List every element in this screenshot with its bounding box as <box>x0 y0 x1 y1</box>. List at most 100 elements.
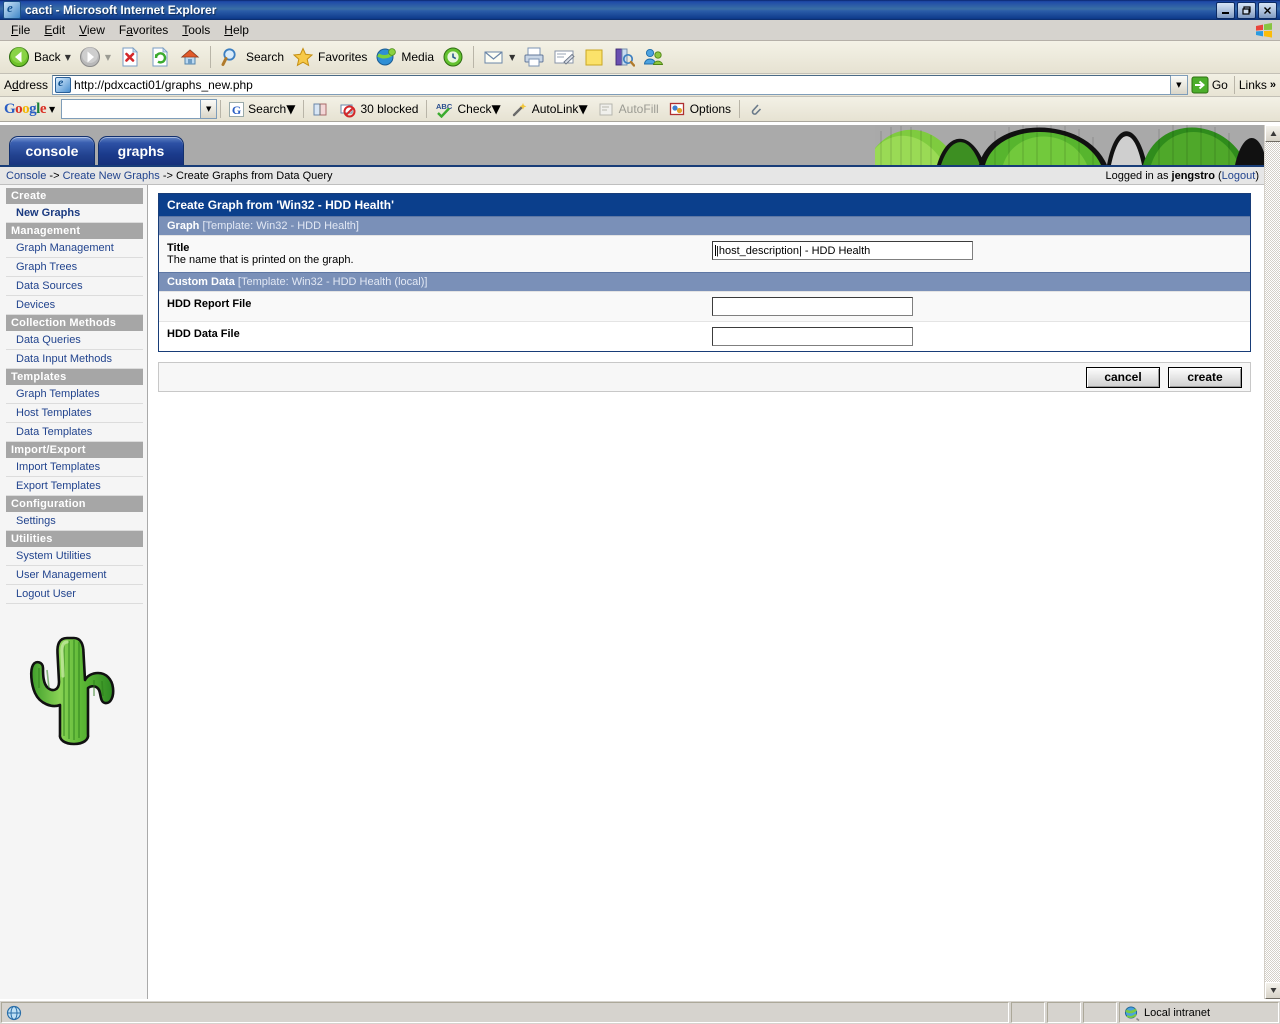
sidebar: Create New Graphs Management Graph Manageme… <box>0 185 148 999</box>
sidebar-item-graph-trees[interactable]: Graph Trees <box>6 258 143 277</box>
create-graph-panel: Create Graph from 'Win32 - HDD Health' G… <box>158 193 1251 352</box>
google-autolink-caret-icon[interactable]: ▼ <box>578 102 587 116</box>
bookmark-book-icon <box>312 101 329 118</box>
sidebar-item-devices[interactable]: Devices <box>6 296 143 315</box>
menu-item-edit[interactable]: Edit <box>37 21 72 39</box>
breadcrumb-item-console[interactable]: Console <box>6 170 46 182</box>
breadcrumb-sep-1: -> <box>49 169 60 182</box>
menu-item-tools[interactable]: Tools <box>175 21 217 39</box>
form-sections: Graph [Template: Win32 - HDD Health] Titl… <box>159 216 1250 351</box>
google-autofill-button: AutoFill <box>593 101 664 118</box>
breadcrumb-item-create-new-graphs[interactable]: Create New Graphs <box>63 170 160 182</box>
hdd-report-file-row: HDD Report File <box>159 291 1250 321</box>
back-dropdown-icon[interactable]: ▼ <box>65 53 71 62</box>
address-input[interactable]: http://pdxcacti01/graphs_new.php <box>52 75 1171 95</box>
sidebar-item-host-templates[interactable]: Host Templates <box>6 404 143 423</box>
sidebar-item-import-templates[interactable]: Import Templates <box>6 458 143 477</box>
stop-button[interactable] <box>115 42 145 72</box>
hdd-report-file-input[interactable] <box>712 297 913 316</box>
page-scrollbar[interactable] <box>1264 125 1280 999</box>
history-button[interactable] <box>438 42 468 72</box>
breadcrumb-bar: Console -> Create New Graphs -> Create G… <box>0 167 1265 185</box>
sidebar-item-system-utilities[interactable]: System Utilities <box>6 547 143 566</box>
favorites-button[interactable]: Favorites <box>288 42 371 72</box>
back-icon <box>8 46 30 68</box>
sidebar-item-data-templates[interactable]: Data Templates <box>6 423 143 442</box>
minimize-button[interactable] <box>1216 2 1235 19</box>
notes-icon <box>583 46 605 68</box>
title-input[interactable]: |host_description| - HDD Health <box>712 241 973 260</box>
google-autofill-label: AutoFill <box>618 102 659 116</box>
google-search-dropdown-icon[interactable]: ▼ <box>201 99 218 119</box>
menu-item-help[interactable]: Help <box>217 21 256 39</box>
google-options-button[interactable]: Options <box>664 101 736 118</box>
hdd-data-file-row-input-cell <box>712 322 1250 351</box>
scroll-up-button[interactable] <box>1265 125 1280 142</box>
menu-item-view[interactable]: View <box>72 21 112 39</box>
page-viewport: console graphs Console -> Create New Gra… <box>0 125 1280 999</box>
mail-button[interactable]: ▼ <box>479 42 519 72</box>
menu-item-file[interactable]: File <box>4 21 37 39</box>
google-search-input[interactable] <box>61 99 202 119</box>
sidebar-section-configuration: Configuration <box>6 496 143 512</box>
cacti-header: console graphs <box>0 125 1265 167</box>
google-popup-blocker-button[interactable]: 30 blocked <box>334 101 423 118</box>
notes-button[interactable] <box>579 42 609 72</box>
google-check-caret-icon[interactable]: ▼ <box>492 102 501 116</box>
home-button[interactable] <box>175 42 205 72</box>
sidebar-item-data-queries[interactable]: Data Queries <box>6 331 143 350</box>
google-search-caret-icon[interactable]: ▼ <box>286 102 295 116</box>
google-search-button[interactable]: G Search ▼ <box>224 101 300 117</box>
google-bookmarks-button[interactable] <box>307 101 334 118</box>
sidebar-item-data-sources[interactable]: Data Sources <box>6 277 143 296</box>
restore-button[interactable] <box>1237 2 1256 19</box>
graph-section-template: [Template: Win32 - HDD Health] <box>202 220 359 232</box>
media-icon <box>375 46 397 68</box>
sidebar-item-user-management[interactable]: User Management <box>6 566 143 585</box>
sidebar-section-management: Management <box>6 223 143 239</box>
media-button[interactable]: Media <box>371 42 438 72</box>
back-button[interactable]: Back ▼ <box>4 42 75 72</box>
sidebar-item-logout-user[interactable]: Logout User <box>6 585 143 604</box>
scroll-down-button[interactable] <box>1265 982 1280 999</box>
tab-console[interactable]: console <box>9 136 95 165</box>
forward-dropdown-icon[interactable]: ▼ <box>105 53 111 62</box>
hdd-report-file-row-label-cell: HDD Report File <box>159 292 712 321</box>
ie-document-icon <box>3 0 21 19</box>
sidebar-item-graph-templates[interactable]: Graph Templates <box>6 385 143 404</box>
hdd-data-file-input[interactable] <box>712 327 913 346</box>
links-button[interactable]: Links » <box>1233 76 1280 94</box>
research-button[interactable] <box>609 42 639 72</box>
address-dropdown-icon[interactable]: ▼ <box>1170 75 1188 95</box>
search-button[interactable]: Search <box>216 42 288 72</box>
status-zone-text: Local intranet <box>1144 1006 1211 1019</box>
create-button[interactable]: create <box>1168 366 1242 388</box>
print-button[interactable] <box>519 42 549 72</box>
search-icon <box>220 46 242 68</box>
google-menu-icon[interactable]: ▼ <box>49 105 55 114</box>
address-bar: Address http://pdxcacti01/graphs_new.php… <box>0 74 1280 97</box>
refresh-button[interactable] <box>145 42 175 72</box>
logout-link[interactable]: Logout <box>1222 170 1256 182</box>
google-check-label: Check <box>457 102 492 116</box>
windows-flag-icon <box>1252 21 1276 39</box>
go-button[interactable]: Go <box>1188 76 1234 94</box>
sidebar-item-settings[interactable]: Settings <box>6 512 143 531</box>
mail-dropdown-icon[interactable]: ▼ <box>509 53 515 62</box>
google-spellcheck-button[interactable]: ABC Check ▼ <box>430 101 505 118</box>
sidebar-item-export-templates[interactable]: Export Templates <box>6 477 143 496</box>
sidebar-item-data-input-methods[interactable]: Data Input Methods <box>6 350 143 369</box>
forward-button[interactable]: ▼ <box>75 42 115 72</box>
edit-button[interactable] <box>549 42 579 72</box>
messenger-button[interactable] <box>639 42 669 72</box>
window-titlebar: cacti - Microsoft Internet Explorer <box>0 0 1280 20</box>
close-button[interactable] <box>1258 2 1277 19</box>
sidebar-item-graph-management[interactable]: Graph Management <box>6 239 143 258</box>
tab-graphs[interactable]: graphs <box>98 136 184 165</box>
google-autolink-button[interactable]: AutoLink ▼ <box>506 101 593 118</box>
login-status: Logged in as jengstro (Logout) <box>1105 170 1259 182</box>
sidebar-item-new-graphs[interactable]: New Graphs <box>6 204 143 223</box>
google-attach-button[interactable] <box>743 102 768 117</box>
menu-item-favorites[interactable]: Favorites <box>112 21 175 39</box>
cancel-button[interactable]: cancel <box>1086 366 1160 388</box>
